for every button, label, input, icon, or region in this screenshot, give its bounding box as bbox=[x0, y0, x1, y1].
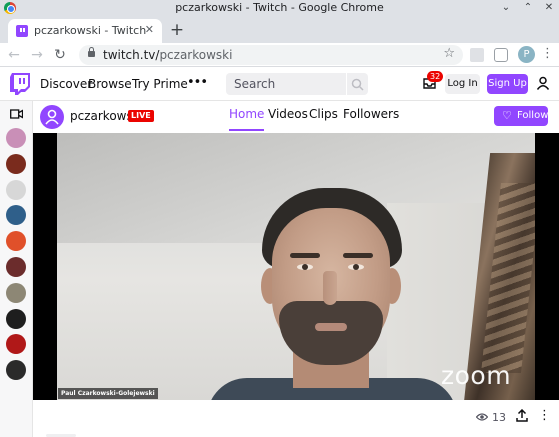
url-text: twitch.tv/pczarkowski bbox=[103, 48, 232, 62]
stream-actions-bar: 13 ⋮ bbox=[33, 400, 559, 437]
twitch-favicon-icon bbox=[16, 25, 28, 37]
followed-channels-sidebar bbox=[0, 101, 33, 437]
presenter-mouth bbox=[315, 323, 347, 331]
extension-2-icon[interactable] bbox=[494, 48, 508, 62]
tab-videos[interactable]: Videos bbox=[268, 107, 308, 131]
bookmark-star-icon[interactable]: ☆ bbox=[443, 46, 455, 61]
presenter-eye-right bbox=[348, 264, 364, 270]
tab-followers[interactable]: Followers bbox=[343, 107, 399, 131]
tab-title: pczarkowski - Twitch bbox=[34, 24, 147, 37]
extension-icon[interactable] bbox=[470, 48, 484, 62]
sidebar-channel-avatar[interactable] bbox=[6, 282, 26, 303]
presenter-nose bbox=[323, 271, 337, 305]
address-bar[interactable]: twitch.tv/pczarkowski ☆ bbox=[79, 45, 463, 65]
back-icon[interactable]: ← bbox=[6, 46, 22, 64]
sidebar-channel-avatar[interactable] bbox=[6, 334, 26, 355]
tab-home[interactable]: Home bbox=[229, 107, 265, 131]
more-actions-icon[interactable]: ⋮ bbox=[538, 408, 551, 423]
chrome-menu-icon[interactable]: ⋮ bbox=[541, 46, 554, 61]
channel-avatar[interactable] bbox=[40, 105, 64, 129]
maximize-icon[interactable]: ⌃ bbox=[521, 1, 535, 15]
heart-icon: ♡ bbox=[502, 109, 512, 122]
follow-button[interactable]: ♡ Follow bbox=[494, 106, 548, 126]
viewer-count-value: 13 bbox=[492, 411, 506, 424]
more-options-icon[interactable]: ••• bbox=[187, 75, 208, 90]
share-icon[interactable] bbox=[516, 409, 528, 422]
sidebar-channel-avatar[interactable] bbox=[6, 179, 26, 200]
channel-header: pczarkowski LIVE Home Videos Clips Follo… bbox=[33, 101, 559, 133]
follow-label: Follow bbox=[517, 110, 549, 121]
window-title: pczarkowski - Twitch - Google Chrome bbox=[175, 1, 384, 14]
presenter-brow-right bbox=[343, 253, 373, 258]
live-badge: LIVE bbox=[128, 110, 154, 122]
lock-icon bbox=[88, 47, 95, 57]
login-button[interactable]: Log In bbox=[445, 74, 480, 94]
presenter-brow-left bbox=[290, 253, 320, 258]
twitch-top-nav: Discover Browse Try Prime ••• 32 Log In … bbox=[0, 67, 559, 101]
minimize-icon[interactable]: ⌄ bbox=[499, 1, 513, 15]
browser-tab[interactable]: pczarkowski - Twitch ✕ bbox=[8, 19, 162, 43]
zoom-watermark: zoom bbox=[441, 361, 512, 390]
profile-avatar[interactable]: P bbox=[518, 46, 535, 63]
url-host: twitch.tv/ bbox=[103, 48, 160, 62]
search-button[interactable] bbox=[347, 73, 368, 95]
nav-browse[interactable]: Browse bbox=[88, 77, 132, 91]
signup-button[interactable]: Sign Up bbox=[487, 74, 528, 94]
close-window-icon[interactable]: ✕ bbox=[542, 1, 556, 15]
browser-toolbar: ← → ↻ twitch.tv/pczarkowski ☆ P ⋮ bbox=[0, 43, 559, 67]
sidebar-channel-avatar[interactable] bbox=[6, 153, 26, 174]
sidebar-channel-avatar[interactable] bbox=[6, 231, 26, 252]
search-input[interactable] bbox=[226, 73, 346, 95]
video-camera-icon[interactable] bbox=[10, 109, 23, 119]
webcam-video bbox=[57, 133, 535, 400]
eye-icon bbox=[476, 413, 488, 421]
default-avatar-icon bbox=[45, 109, 59, 125]
sidebar-channel-avatar[interactable] bbox=[6, 360, 26, 381]
reload-icon[interactable]: ↻ bbox=[52, 46, 68, 64]
notification-badge: 32 bbox=[427, 71, 444, 82]
presenter-eye-left bbox=[297, 264, 313, 270]
sidebar-channel-avatar[interactable] bbox=[6, 128, 26, 148]
video-player[interactable]: Paul Czarkowski-Golejewski zoom bbox=[33, 133, 559, 400]
forward-icon[interactable]: → bbox=[29, 46, 45, 64]
search-box bbox=[226, 73, 368, 95]
search-icon bbox=[351, 78, 364, 91]
url-path: pczarkowski bbox=[159, 48, 233, 62]
sidebar-channel-avatar[interactable] bbox=[6, 257, 26, 277]
participant-name-tag: Paul Czarkowski-Golejewski bbox=[58, 388, 158, 399]
tab-clips[interactable]: Clips bbox=[309, 107, 338, 131]
user-icon[interactable] bbox=[536, 76, 550, 90]
tab-strip: pczarkowski - Twitch ✕ + bbox=[0, 16, 559, 43]
nav-try-prime[interactable]: Try Prime bbox=[132, 77, 188, 91]
twitch-logo-icon[interactable] bbox=[10, 73, 30, 95]
nav-discover[interactable]: Discover bbox=[40, 77, 92, 91]
sidebar-channel-avatar[interactable] bbox=[6, 308, 26, 329]
window-titlebar: pczarkowski - Twitch - Google Chrome ⌄ ⌃… bbox=[0, 0, 559, 16]
sidebar-channel-avatar[interactable] bbox=[6, 205, 26, 226]
close-tab-icon[interactable]: ✕ bbox=[145, 23, 154, 36]
new-tab-icon[interactable]: + bbox=[169, 21, 185, 39]
